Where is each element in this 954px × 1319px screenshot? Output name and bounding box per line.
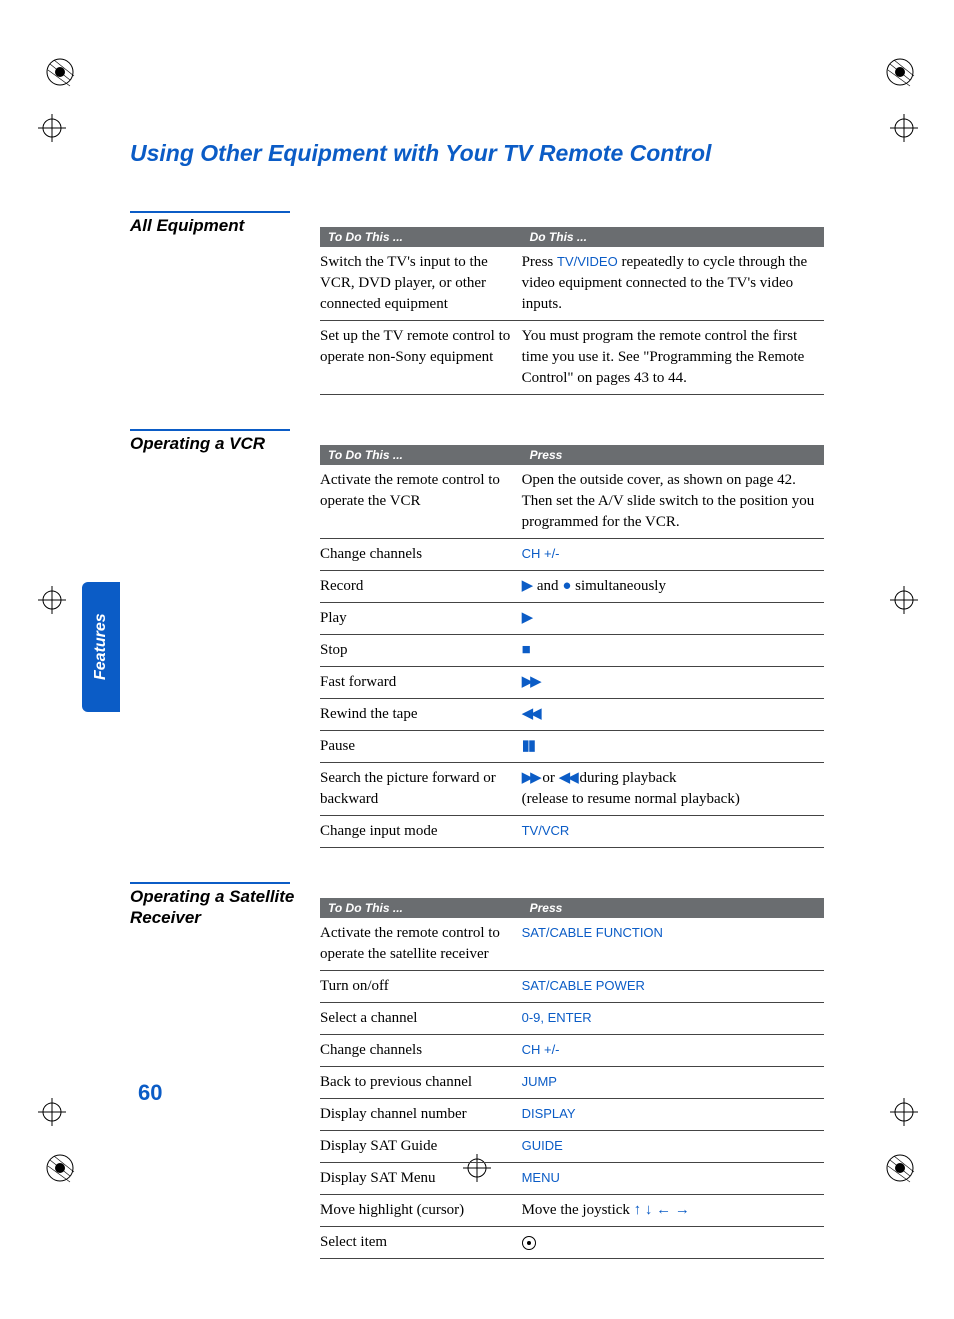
section-all-equipment: All Equipment To Do This ... Do This ...… — [130, 211, 824, 395]
table-row: Pause▮▮ — [320, 731, 824, 763]
col-header: Press — [522, 898, 824, 918]
cell-action: Press TV/VIDEO repeatedly to cycle throu… — [522, 247, 824, 321]
table-row: Select item — [320, 1227, 824, 1259]
table-row: Stop■ — [320, 635, 824, 667]
play-icon: ▶ — [522, 608, 534, 629]
col-header: To Do This ... — [320, 227, 522, 247]
page-content: Using Other Equipment with Your TV Remot… — [0, 0, 954, 1319]
table-row: Select a channel0-9, ENTER — [320, 1003, 824, 1035]
stop-icon: ■ — [522, 640, 531, 661]
col-header: To Do This ... — [320, 445, 522, 465]
page-number: 60 — [138, 1080, 162, 1106]
table-row: Switch the TV's input to the VCR, DVD pl… — [320, 247, 824, 321]
table-row: Move highlight (cursor)Move the joystick… — [320, 1195, 824, 1227]
table-row: Set up the TV remote control to operate … — [320, 321, 824, 395]
section-satellite: Operating a Satellite Receiver To Do Thi… — [130, 882, 824, 1259]
table-row: Activate the remote control to operate t… — [320, 465, 824, 539]
play-icon: ▶ — [522, 576, 534, 597]
table-row: Change channelsCH +/- — [320, 539, 824, 571]
table-row: Back to previous channelJUMP — [320, 1067, 824, 1099]
section-heading: Operating a VCR — [130, 433, 300, 454]
joystick-icon — [522, 1236, 536, 1250]
pause-icon: ▮▮ — [522, 736, 535, 757]
arrow-icons: ↑ ↓ ← → — [634, 1200, 690, 1221]
page-title: Using Other Equipment with Your TV Remot… — [130, 140, 824, 167]
col-header: Do This ... — [522, 227, 824, 247]
table-row: Display SAT GuideGUIDE — [320, 1131, 824, 1163]
cell-action: You must program the remote control the … — [522, 321, 824, 395]
section-heading: Operating a Satellite Receiver — [130, 886, 300, 929]
table-row: Display channel numberDISPLAY — [320, 1099, 824, 1131]
table-row: Search the picture forward or backward▶▶… — [320, 763, 824, 816]
fast-forward-icon: ▶▶ — [522, 768, 539, 789]
col-header: To Do This ... — [320, 898, 522, 918]
table-row: Play▶ — [320, 603, 824, 635]
rewind-icon: ◀◀ — [559, 768, 576, 789]
vcr-table: To Do This ... Press Activate the remote… — [320, 445, 824, 848]
section-rule — [130, 211, 290, 213]
section-heading: All Equipment — [130, 215, 300, 236]
fast-forward-icon: ▶▶ — [522, 672, 539, 693]
section-rule — [130, 882, 290, 884]
satellite-table: To Do This ... Press Activate the remote… — [320, 898, 824, 1259]
cell-todo: Set up the TV remote control to operate … — [320, 321, 522, 395]
table-row: Rewind the tape◀◀ — [320, 699, 824, 731]
rewind-icon: ◀◀ — [522, 704, 539, 725]
all-equipment-table: To Do This ... Do This ... Switch the TV… — [320, 227, 824, 395]
table-row: Record▶ and ● simultaneously — [320, 571, 824, 603]
table-row: Activate the remote control to operate t… — [320, 918, 824, 971]
section-vcr: Operating a VCR To Do This ... Press Act… — [130, 429, 824, 848]
table-row: Fast forward▶▶ — [320, 667, 824, 699]
table-row: Display SAT MenuMENU — [320, 1163, 824, 1195]
section-rule — [130, 429, 290, 431]
table-row: Change input modeTV/VCR — [320, 816, 824, 848]
table-row: Turn on/offSAT/CABLE POWER — [320, 971, 824, 1003]
table-row: Change channelsCH +/- — [320, 1035, 824, 1067]
tv-video-button-label: TV/VIDEO — [557, 254, 618, 269]
col-header: Press — [522, 445, 824, 465]
cell-todo: Switch the TV's input to the VCR, DVD pl… — [320, 247, 522, 321]
